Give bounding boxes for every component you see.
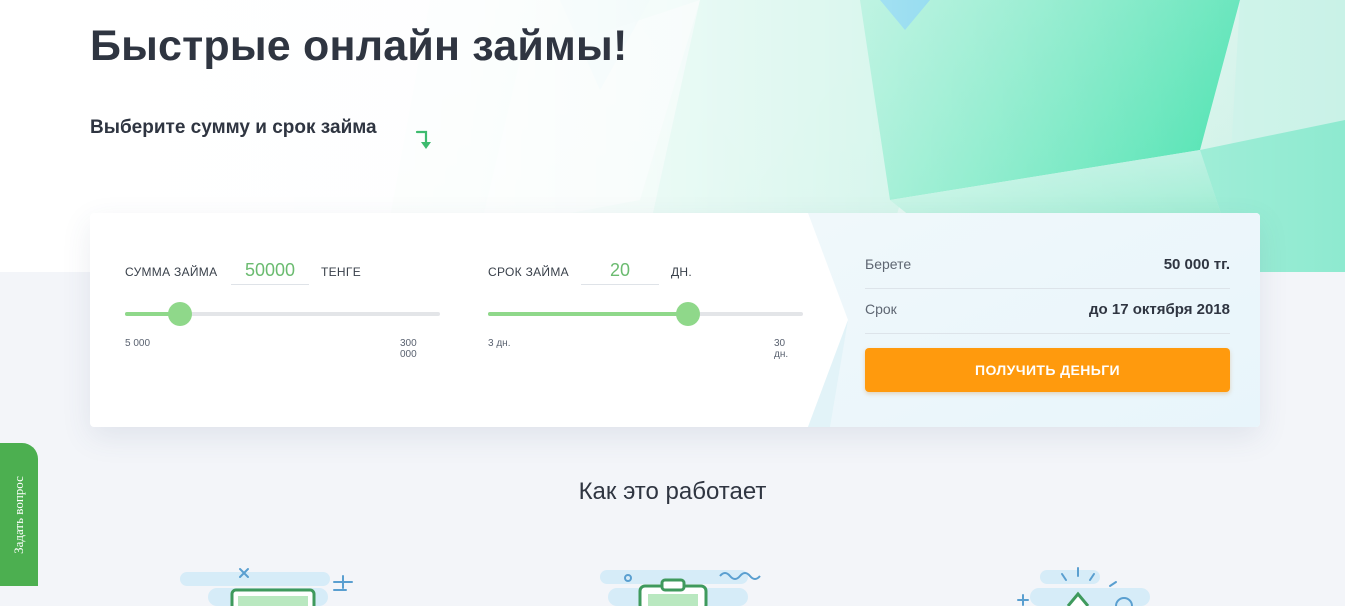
page-title: Быстрые онлайн займы!: [90, 22, 628, 70]
term-slider-block: СРОК ЗАЙМА 20 ДН. 3 дн. 30 дн.: [453, 213, 803, 427]
card-illustration-icon: [180, 568, 353, 606]
amount-min-label: 5 000: [125, 338, 151, 349]
term-input[interactable]: 20: [581, 256, 659, 285]
arrow-down-right-icon: [415, 130, 431, 149]
term-label: СРОК ЗАЙМА: [488, 265, 569, 279]
amount-max-label: 300 000: [400, 338, 417, 360]
summary-term-row: Срок до 17 октября 2018: [865, 289, 1230, 334]
summary-take-label: Берете: [865, 256, 912, 272]
how-it-works-heading: Как это работает: [578, 478, 767, 505]
rocket-illustration-icon: [1017, 567, 1150, 606]
term-slider-fill: [488, 312, 689, 316]
amount-input[interactable]: 50000: [231, 256, 309, 285]
term-min-label: 3 дн.: [488, 338, 511, 349]
amount-label: СУММА ЗАЙМА: [125, 265, 218, 279]
term-unit: ДН.: [671, 265, 693, 279]
summary-term-label: Срок: [865, 301, 897, 317]
term-max-label: 30 дн.: [774, 338, 789, 360]
term-slider-thumb[interactable]: [676, 302, 701, 326]
term-slider-track[interactable]: [488, 302, 803, 326]
loan-calculator-card: СУММА ЗАЙМА 50000 ТЕНГЕ 5 000 300 000 СР…: [90, 213, 1260, 427]
summary-term-value: до 17 октября 2018: [1089, 301, 1230, 318]
clipboard-illustration-icon: [600, 570, 761, 606]
calculator-subtitle: Выберите сумму и срок займа: [90, 117, 377, 138]
amount-slider-track[interactable]: [125, 302, 440, 326]
amount-slider-block: СУММА ЗАЙМА 50000 ТЕНГЕ 5 000 300 000: [90, 213, 440, 427]
amount-slider-thumb[interactable]: [168, 302, 193, 326]
ask-question-tab[interactable]: Задать вопрос: [0, 443, 38, 586]
summary-take-row: Берете 50 000 тг.: [865, 244, 1230, 289]
amount-unit: ТЕНГЕ: [321, 265, 362, 279]
get-money-button[interactable]: ПОЛУЧИТЬ ДЕНЬГИ: [865, 348, 1230, 392]
ask-question-label: Задать вопрос: [11, 476, 26, 554]
summary-take-value: 50 000 тг.: [1163, 256, 1230, 273]
